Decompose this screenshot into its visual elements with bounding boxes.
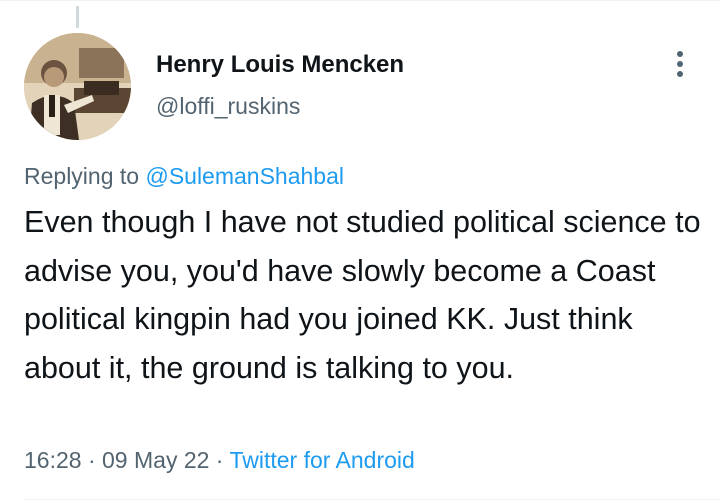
tweet-time[interactable]: 16:28 xyxy=(24,447,82,473)
tweet-date[interactable]: 09 May 22 xyxy=(102,447,209,473)
bottom-divider xyxy=(24,499,720,500)
top-divider xyxy=(0,0,720,1)
tweet-metadata: 16:28 · 09 May 22 · Twitter for Android xyxy=(24,447,415,474)
portrait-image xyxy=(24,33,131,140)
vertical-ellipsis-icon xyxy=(677,51,683,77)
tweet-text: Even though I have not studied political… xyxy=(24,205,701,385)
meta-separator-1: · xyxy=(81,447,103,473)
author-handle[interactable]: @loffi_ruskins xyxy=(156,93,300,120)
replying-to-line: Replying to @SulemanShahbal xyxy=(24,163,344,190)
tweet-source-link[interactable]: Twitter for Android xyxy=(229,447,414,473)
replying-to-label: Replying to xyxy=(24,163,146,189)
thread-connector-line xyxy=(76,6,79,28)
more-options-button[interactable] xyxy=(664,44,696,84)
meta-separator-2: · xyxy=(209,447,230,473)
reply-mention-link[interactable]: @SulemanShahbal xyxy=(145,163,344,189)
avatar[interactable] xyxy=(24,33,131,140)
author-display-name[interactable]: Henry Louis Mencken xyxy=(156,51,404,79)
